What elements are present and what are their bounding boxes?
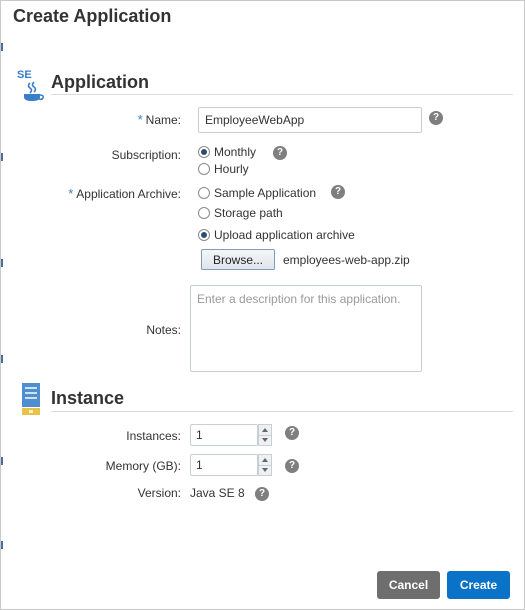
memory-label: Memory (GB): (105, 459, 181, 473)
java-se-icon-text: SE (17, 69, 32, 81)
notes-textarea[interactable] (190, 285, 422, 372)
edge-marker (1, 541, 3, 549)
archive-help-icon[interactable]: ? (331, 185, 345, 199)
radio-button[interactable] (198, 207, 210, 219)
name-label: * Name: (138, 112, 181, 127)
application-section-rule (51, 94, 513, 95)
radio-sample-application-label: Sample Application (214, 186, 317, 200)
radio-upload-archive[interactable]: Upload application archive (198, 228, 355, 242)
create-application-dialog: Create Application SE Application * Name:… (0, 0, 525, 610)
radio-monthly-label: Monthly (214, 145, 257, 159)
edge-marker (1, 457, 3, 465)
required-marker: * (137, 112, 143, 127)
radio-button[interactable] (198, 229, 210, 241)
subscription-help-icon[interactable]: ? (273, 146, 287, 160)
memory-help-icon[interactable]: ? (285, 459, 299, 473)
instance-section-title: Instance (51, 388, 125, 408)
subscription-label: Subscription: (111, 148, 181, 162)
radio-storage-path-label: Storage path (214, 206, 283, 220)
required-marker: * (68, 186, 74, 201)
cancel-button[interactable]: Cancel (377, 571, 440, 599)
name-input[interactable] (198, 107, 422, 133)
radio-hourly-label: Hourly (214, 162, 249, 176)
radio-storage-path[interactable]: Storage path (198, 206, 283, 220)
notes-label: Notes: (146, 323, 181, 337)
radio-upload-archive-label: Upload application archive (214, 228, 355, 242)
radio-button[interactable] (198, 163, 210, 175)
instances-input[interactable] (190, 424, 258, 446)
version-label: Version: (137, 486, 181, 500)
server-instance-icon (22, 383, 40, 415)
browse-button[interactable]: Browse... (201, 249, 275, 270)
create-button[interactable]: Create (447, 571, 510, 599)
selected-file-name: employees-web-app.zip (283, 253, 410, 267)
java-se-icon: SE (17, 69, 44, 101)
instance-section-rule (51, 411, 513, 412)
archive-label: * Application Archive: (68, 186, 181, 201)
edge-marker (1, 355, 3, 363)
dialog-title: Create Application (13, 6, 172, 26)
decrement-arrow-icon[interactable] (259, 465, 271, 475)
radio-button[interactable] (198, 187, 210, 199)
name-label-text: Name: (145, 113, 181, 127)
name-help-icon[interactable]: ? (429, 111, 443, 125)
decrement-arrow-icon[interactable] (259, 435, 271, 445)
instances-spinner[interactable] (258, 424, 272, 446)
memory-spinner[interactable] (258, 454, 272, 476)
edge-marker (1, 153, 3, 161)
edge-marker (1, 259, 3, 267)
version-help-icon[interactable]: ? (255, 487, 269, 501)
instances-help-icon[interactable]: ? (285, 426, 299, 440)
instances-label: Instances: (126, 429, 181, 443)
radio-monthly[interactable]: Monthly (198, 145, 256, 159)
edge-marker (1, 43, 3, 51)
version-value: Java SE 8 (190, 486, 245, 500)
radio-button[interactable] (198, 146, 210, 158)
radio-sample-application[interactable]: Sample Application (198, 186, 316, 200)
radio-hourly[interactable]: Hourly (198, 162, 249, 176)
memory-input[interactable] (190, 454, 258, 476)
archive-label-text: Application Archive: (76, 187, 181, 201)
application-section-title: Application (51, 72, 149, 92)
